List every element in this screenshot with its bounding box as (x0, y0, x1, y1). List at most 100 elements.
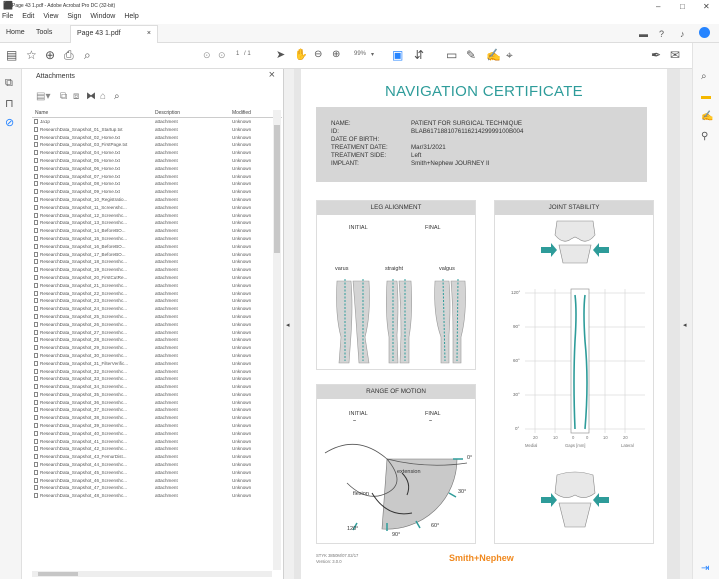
comment-icon[interactable]: ▬ (639, 28, 648, 40)
attachment-row[interactable]: ResearchData_Snapshot_02_Home.txt attachm… (32, 134, 294, 142)
attachment-row[interactable]: ResearchData_Snapshot_29_Screenshc... att… (32, 344, 294, 352)
edit-icon[interactable]: ✉ (670, 49, 680, 61)
column-description[interactable]: Description (155, 110, 180, 116)
next-page-icon[interactable]: ⊙ (218, 49, 226, 61)
tab-tools[interactable]: Tools (36, 29, 52, 36)
attachment-row[interactable]: ResearchData_Snapshot_42_Screenshc... att… (32, 445, 294, 453)
save-icon[interactable]: ▤ (6, 49, 17, 61)
attachment-row[interactable]: ResearchData_Snapshot_35_Screenshc... att… (32, 391, 294, 399)
scrollbar-thumb[interactable] (274, 125, 280, 253)
tab-document[interactable]: Page 43 1.pdf × (70, 25, 158, 43)
attachment-row[interactable]: ResearchData_Snapshot_14_BeforeBO... atta… (32, 227, 294, 235)
zoom-tool-icon[interactable]: ⌕ (701, 71, 707, 82)
page-thumbnails-icon[interactable]: ⧉ (5, 77, 13, 90)
collapse-pane-icon[interactable]: ◂ (286, 321, 290, 329)
zoom-in-icon[interactable]: ⊕ (332, 49, 340, 61)
attachment-row[interactable]: ResearchData_Snapshot_19_Screenshc... att… (32, 266, 294, 274)
fill-sign-icon[interactable]: ✒ (651, 49, 661, 61)
attachment-row[interactable]: ResearchData_Snapshot_23_Screenshc... att… (32, 297, 294, 305)
attachment-row[interactable]: ResearchData_Snapshot_45_Screenshc... att… (32, 469, 294, 477)
attachment-row[interactable]: ResearchData_Snapshot_03_FirstPage.txt at… (32, 141, 294, 149)
menu-edit[interactable]: Edit (22, 13, 34, 20)
attachment-row[interactable]: ResearchData_Snapshot_32_Screenshc... att… (32, 368, 294, 376)
scroll-mode-icon[interactable]: ⇵ (414, 49, 424, 61)
close-window-icon[interactable]: ✕ (703, 2, 710, 11)
attachment-row[interactable]: ResearchData_Snapshot_18_Screenshc... att… (32, 258, 294, 266)
zoom-dropdown-icon[interactable]: ▾ (371, 51, 374, 58)
attachment-row[interactable]: ResearchData_Snapshot_05_Home.txt attachm… (32, 157, 294, 165)
open-attachment-icon[interactable]: ⧉ (60, 91, 67, 102)
more-tools-icon[interactable]: ⚲ (701, 131, 708, 142)
bookmark-star-icon[interactable]: ☆ (26, 49, 37, 61)
attachment-row[interactable]: ResearchData_Snapshot_13_Screenshc... att… (32, 219, 294, 227)
attachment-row[interactable]: ResearchData_Snapshot_39_Screenshc... att… (32, 422, 294, 430)
print-icon[interactable]: ⎙ (64, 49, 74, 61)
stamp-icon[interactable]: ⌖ (506, 49, 513, 61)
attachment-row[interactable]: ResearchData_Snapshot_12_Screenshc... att… (32, 212, 294, 220)
fill-sign-tool-icon[interactable]: ✍ (701, 111, 713, 122)
attachment-row[interactable]: ResearchData_Snapshot_25_Screenshc... att… (32, 313, 294, 321)
attachment-row[interactable]: ResearchData_Snapshot_43_FemurDist... att… (32, 453, 294, 461)
draw-icon[interactable]: ✍ (486, 49, 501, 61)
minimize-icon[interactable]: – (656, 2, 660, 11)
bookmarks-icon[interactable]: ⊓ (5, 97, 14, 110)
attachment-row[interactable]: ResearchData_Snapshot_40_Screenshc... att… (32, 430, 294, 438)
attachment-row[interactable]: ResearchData_Snapshot_17_BeforeBO... atta… (32, 251, 294, 259)
zoom-out-icon[interactable]: ⊖ (314, 49, 322, 61)
attachment-row[interactable]: ResearchData_Snapshot_10_Registratio... a… (32, 196, 294, 204)
collapse-rail-icon[interactable]: ⇥ (701, 563, 709, 574)
menu-file[interactable]: File (2, 13, 13, 20)
attachment-row[interactable]: ResearchData_Snapshot_30_Screenshc... att… (32, 352, 294, 360)
page-view-icon[interactable]: ▣ (392, 49, 403, 61)
attachment-row[interactable]: ResearchData_Snapshot_26_Screenshc... att… (32, 321, 294, 329)
attachment-row[interactable]: ResearchData_Snapshot_09_Home.txt attachm… (32, 188, 294, 196)
search-icon[interactable]: ⌕ (84, 49, 91, 61)
add-comment-icon[interactable]: ▭ (446, 49, 457, 61)
attachment-row[interactable]: ResearchData_Snapshot_44_Screenshc... att… (32, 461, 294, 469)
bell-icon[interactable]: ♪ (680, 28, 685, 40)
menu-help[interactable]: Help (124, 13, 138, 20)
share-icon[interactable]: ⊕ (45, 49, 55, 61)
delete-attachment-icon[interactable]: ⌂ (100, 91, 106, 102)
attachment-row[interactable]: ResearchData_Snapshot_08_Home.txt attachm… (32, 180, 294, 188)
attachment-row[interactable]: ResearchData_Snapshot_38_Screenshc... att… (32, 414, 294, 422)
attachment-row[interactable]: ResearchData_Snapshot_24_Screenshc... att… (32, 305, 294, 313)
document-canvas[interactable]: NAVIGATION CERTIFICATE NAME: PATIENT FOR… (294, 69, 680, 579)
attachment-row[interactable]: ResearchData_Snapshot_06_Home.txt attachm… (32, 165, 294, 173)
attachment-row[interactable]: ResearchData_Snapshot_41_Screenshc... att… (32, 438, 294, 446)
menu-window[interactable]: Window (90, 13, 115, 20)
attachment-row[interactable]: ResearchData_Snapshot_47_Screenshc... att… (32, 484, 294, 492)
attachment-row[interactable]: ResearchData_Snapshot_21_Screenshc... att… (32, 282, 294, 290)
attachment-row[interactable]: ResearchData_Snapshot_37_Screenshc... att… (32, 406, 294, 414)
attachment-row[interactable]: ResearchData_Snapshot_04_Home.txt attachm… (32, 149, 294, 157)
help-icon[interactable]: ? (659, 28, 664, 40)
attachment-row[interactable]: ResearchData_Snapshot_22_Screenshc... att… (32, 290, 294, 298)
attachment-row[interactable]: ResearchData_Snapshot_27_Screenshc... att… (32, 329, 294, 337)
attachment-row[interactable]: ResearchData_Snapshot_33_Screenshc... att… (32, 375, 294, 383)
zoom-level[interactable]: 99% (354, 51, 366, 57)
search-attachment-icon[interactable]: ⌕ (114, 91, 120, 102)
attachment-row[interactable]: ResearchData_Snapshot_28_Screenshc... att… (32, 336, 294, 344)
menu-view[interactable]: View (43, 13, 58, 20)
hand-tool-icon[interactable]: ✋ (294, 49, 308, 61)
right-splitter[interactable]: ◂ (680, 69, 692, 579)
attachment-row[interactable]: ResearchData_Snapshot_16_BeforeBO... atta… (32, 243, 294, 251)
account-icon[interactable] (699, 27, 710, 38)
select-cursor-icon[interactable]: ➤ (276, 49, 285, 61)
column-name[interactable]: Name (35, 110, 48, 116)
horizontal-scrollbar-thumb[interactable] (38, 572, 78, 576)
menu-sign[interactable]: Sign (67, 13, 81, 20)
tab-close-icon[interactable]: × (147, 30, 151, 37)
attachment-row[interactable]: ResearchData_Snapshot_20_FirstCutRe... at… (32, 274, 294, 282)
attachment-row[interactable]: ResearchData_Snapshot_46_Screenshc... att… (32, 477, 294, 485)
comment-tool-icon[interactable]: ▬ (701, 91, 711, 102)
attachments-icon[interactable]: ⊘ (5, 116, 14, 129)
attachment-row[interactable]: Ja1p attachment Unknown (32, 118, 294, 126)
tab-home[interactable]: Home (6, 29, 25, 36)
page-number[interactable]: 1 (236, 51, 239, 57)
options-icon[interactable]: ▤▾ (36, 91, 50, 102)
add-attachment-icon[interactable]: ⧓ (86, 91, 96, 102)
attachment-row[interactable]: ResearchData_Snapshot_15_Screenshc... att… (32, 235, 294, 243)
attachment-row[interactable]: ResearchData_Snapshot_48_Screenshc... att… (32, 492, 294, 500)
column-modified[interactable]: Modified (232, 110, 251, 116)
